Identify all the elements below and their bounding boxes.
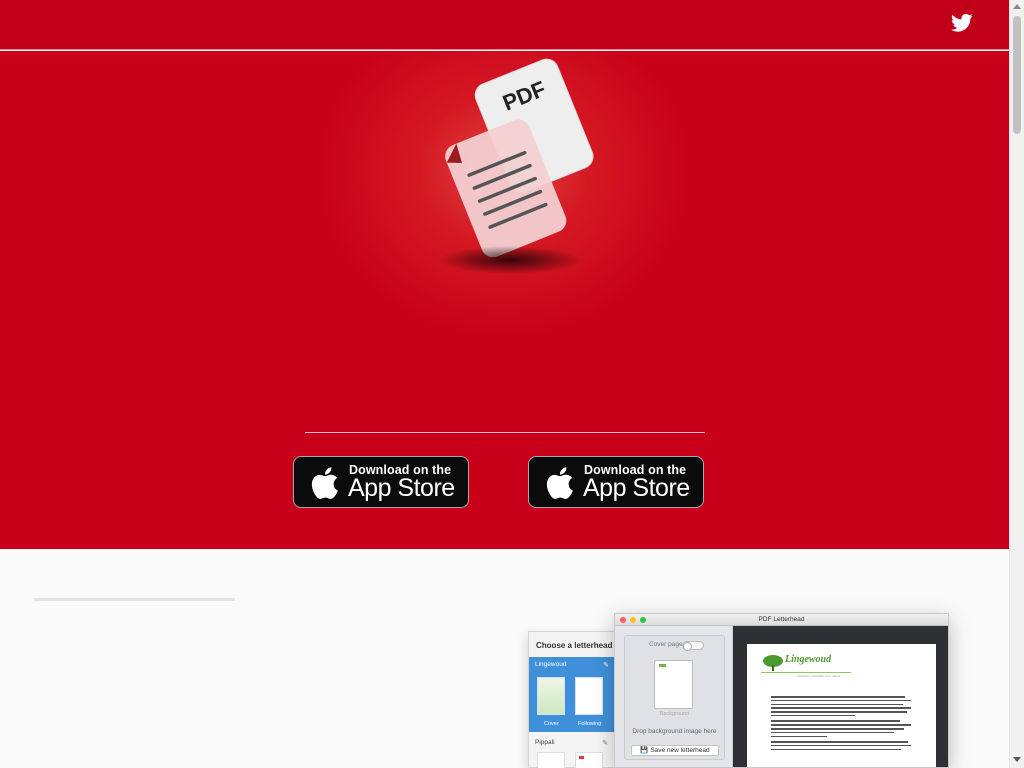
drop-hint: Drop background image here — [632, 728, 717, 735]
tree-logo-icon — [763, 655, 783, 671]
apple-icon — [311, 467, 338, 499]
save-label: Save new letterhead — [650, 747, 710, 754]
section-rule — [34, 598, 235, 601]
settings-pane: Cover page Background Drop background im… — [615, 626, 733, 767]
scrollbar-thumb[interactable] — [1013, 16, 1021, 134]
hero-section: PDF Download on the App Store Download o… — [0, 51, 1009, 549]
letterhead-tagline: duurzaam verbinden voor natuur — [797, 674, 841, 678]
letterhead-preview: Lingewoud duurzaam verbinden voor natuur — [747, 644, 936, 767]
settings-box: Cover page Background Drop background im… — [624, 635, 725, 760]
app-store-badge[interactable]: Download on the App Store — [528, 456, 704, 508]
cover-thumbnail — [537, 677, 565, 715]
letterhead-company-name: Lingewoud — [785, 654, 832, 665]
preview-pane: Lingewoud duurzaam verbinden voor natuur — [733, 626, 948, 767]
logo-shadow — [440, 246, 580, 274]
window-title: PDF Letterhead — [758, 616, 805, 623]
window-titlebar: PDF Letterhead — [615, 614, 948, 626]
app-store-badge[interactable]: Download on the App Store — [293, 456, 469, 508]
letter-body-text — [771, 696, 911, 753]
cover-page-label: Cover page — [649, 641, 683, 648]
scroll-up-arrow-icon[interactable] — [1013, 4, 1021, 9]
cover-caption: Cover — [544, 721, 559, 727]
page-scrollbar[interactable] — [1009, 0, 1024, 768]
background-thumbnail[interactable] — [654, 660, 693, 709]
hero-divider — [305, 432, 705, 433]
background-caption: Background — [659, 711, 690, 717]
cover-page-toggle[interactable] — [682, 641, 704, 651]
badge-line2: App Store — [583, 474, 690, 502]
cover-thumbnail — [537, 752, 565, 768]
scroll-down-arrow-icon[interactable] — [1013, 757, 1021, 762]
following-thumbnail — [575, 752, 603, 768]
sidebar-title: Choose a letterhead — [536, 641, 613, 650]
letterhead-name: Lingewoud — [535, 661, 567, 668]
top-bar — [0, 0, 1009, 50]
letterhead-item-selected[interactable]: Lingewoud ✎ Cover Following — [529, 657, 615, 732]
apple-icon — [546, 467, 573, 499]
app-window-screenshot: PDF Letterhead Cover page Background Dro… — [614, 613, 949, 768]
page: PDF Download on the App Store Download o… — [0, 0, 1024, 768]
pencil-icon[interactable]: ✎ — [603, 661, 609, 669]
save-letterhead-button[interactable]: 💾 Save new letterhead — [631, 745, 719, 756]
twitter-icon[interactable] — [951, 13, 973, 33]
following-thumbnail — [575, 677, 603, 715]
letterhead-sidebar: Choose a letterhead Lingewoud ✎ Cover Fo… — [528, 631, 615, 768]
pencil-icon[interactable]: ✎ — [602, 739, 608, 747]
letterhead-rule — [761, 672, 851, 673]
badge-line2: App Store — [348, 474, 455, 502]
following-caption: Following — [578, 721, 602, 727]
save-icon: 💾 — [640, 747, 651, 754]
letterhead-name-2[interactable]: Pippali — [535, 739, 555, 746]
